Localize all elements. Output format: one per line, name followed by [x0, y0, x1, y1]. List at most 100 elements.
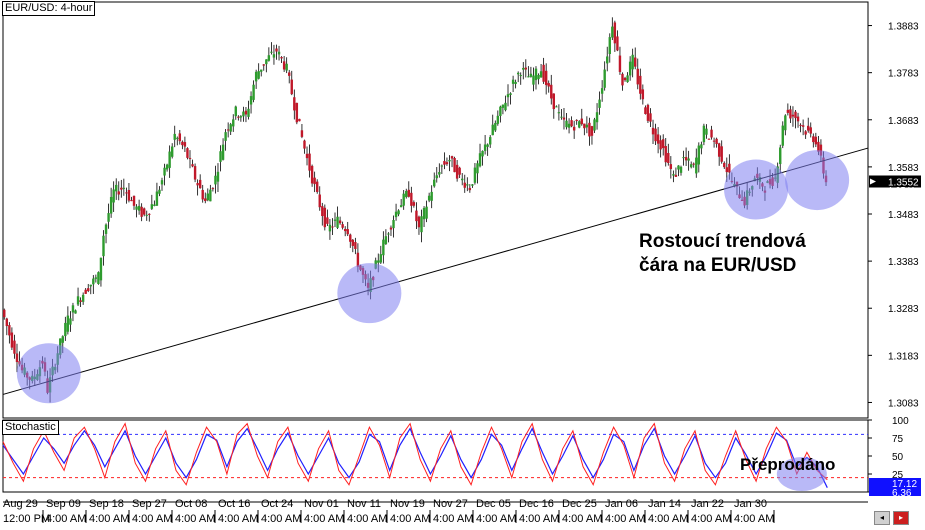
candle-body	[326, 217, 329, 224]
candle-body	[415, 210, 418, 222]
candle-body	[779, 147, 782, 165]
candle-body	[262, 64, 265, 66]
candle-body	[74, 310, 77, 314]
candle-body	[64, 322, 67, 337]
candle-body	[606, 56, 609, 64]
candle-body	[687, 158, 690, 161]
candle-body	[260, 69, 263, 72]
candle-body	[321, 206, 324, 217]
scroll-left-icon[interactable]: ◂	[874, 511, 890, 525]
candle-body	[578, 121, 581, 128]
candle-body	[649, 113, 652, 122]
candle-body	[81, 294, 85, 302]
candle-body	[585, 124, 589, 128]
candle-body	[644, 107, 647, 115]
x-date-label: Jan 14	[648, 498, 681, 510]
candle-body	[501, 104, 505, 108]
candle-body	[471, 184, 474, 186]
candle-body	[461, 178, 464, 181]
candle-body	[542, 64, 545, 82]
candle-body	[221, 144, 225, 160]
x-time-label: 4:00 AM	[476, 513, 516, 525]
y-tick-label: 1.3583	[888, 163, 919, 174]
candle-body	[781, 125, 784, 146]
candle-body	[214, 175, 217, 185]
candle-body	[661, 139, 665, 149]
candle-body	[206, 193, 210, 201]
candle-body	[651, 127, 655, 135]
candle-body	[354, 242, 357, 249]
candle-body	[565, 120, 568, 128]
candle-body	[211, 188, 215, 190]
candle-body	[102, 235, 105, 257]
candle-body	[97, 272, 100, 284]
candle-body	[181, 141, 184, 146]
candle-body	[684, 157, 688, 161]
candle-body	[405, 190, 408, 198]
candle-body	[280, 57, 283, 59]
candle-body	[570, 120, 573, 127]
x-time-label: 4:00 AM	[218, 513, 258, 525]
candle-body	[310, 165, 314, 184]
x-time-label: 4:00 AM	[175, 513, 215, 525]
candle-body	[298, 118, 301, 122]
candle-body	[616, 36, 619, 51]
candle-body	[158, 189, 161, 194]
candle-body	[567, 123, 571, 128]
candle-body	[300, 130, 304, 137]
stoch-d-value: 6.36	[892, 488, 912, 499]
candle-body	[410, 192, 413, 206]
candle-body	[557, 112, 561, 114]
x-date-label: Jan 22	[691, 498, 724, 510]
stoch-tick-label: 75	[892, 434, 904, 445]
candle-body	[254, 71, 258, 82]
candle-body	[613, 22, 617, 44]
candle-body	[473, 167, 477, 183]
candle-body	[323, 207, 327, 228]
candle-body	[796, 116, 800, 122]
x-date-label: Aug 29	[3, 498, 38, 510]
candle-body	[282, 61, 286, 70]
candle-body	[481, 150, 484, 157]
x-date-label: Nov 11	[347, 498, 381, 510]
candle-body	[285, 63, 288, 71]
candle-body	[377, 260, 380, 263]
stoch-tick-label: 50	[892, 452, 904, 463]
candle-body	[407, 189, 410, 197]
y-tick-label: 1.3183	[888, 351, 919, 362]
x-date-label: Dec 16	[519, 498, 554, 510]
candle-body	[504, 102, 507, 111]
candle-body	[430, 191, 433, 201]
candle-body	[117, 191, 120, 195]
trendline-annotation: Rostoucí trendová čára na EUR/USD	[639, 230, 819, 278]
candle-body	[700, 144, 703, 149]
candle-body	[621, 73, 624, 86]
candle-body	[183, 142, 187, 147]
candle-body	[107, 213, 110, 222]
candle-body	[435, 175, 438, 179]
candle-body	[659, 140, 662, 150]
x-time-label: 4:00 AM	[390, 513, 430, 525]
candle-body	[109, 196, 113, 214]
candle-body	[539, 71, 543, 78]
candle-body	[427, 195, 431, 201]
candle-body	[137, 205, 141, 211]
scroll-end-icon[interactable]: ▸	[893, 511, 909, 525]
candle-body	[387, 233, 390, 235]
x-time-label: 4:00 AM	[347, 513, 387, 525]
candle-body	[524, 67, 528, 70]
candle-body	[631, 54, 634, 70]
y-tick-label: 1.3783	[888, 69, 919, 80]
candle-body	[458, 167, 461, 175]
candle-body	[349, 234, 352, 242]
candle-body	[667, 152, 670, 164]
candle-body	[150, 204, 154, 209]
candle-body	[562, 117, 566, 120]
candle-body	[226, 129, 230, 131]
candle-body	[272, 54, 276, 58]
candle-body	[611, 26, 614, 38]
candle-body	[130, 200, 133, 202]
x-time-label: 4:00 AM	[648, 513, 688, 525]
x-time-label: 4:00 AM	[433, 513, 473, 525]
candle-body	[717, 143, 721, 157]
